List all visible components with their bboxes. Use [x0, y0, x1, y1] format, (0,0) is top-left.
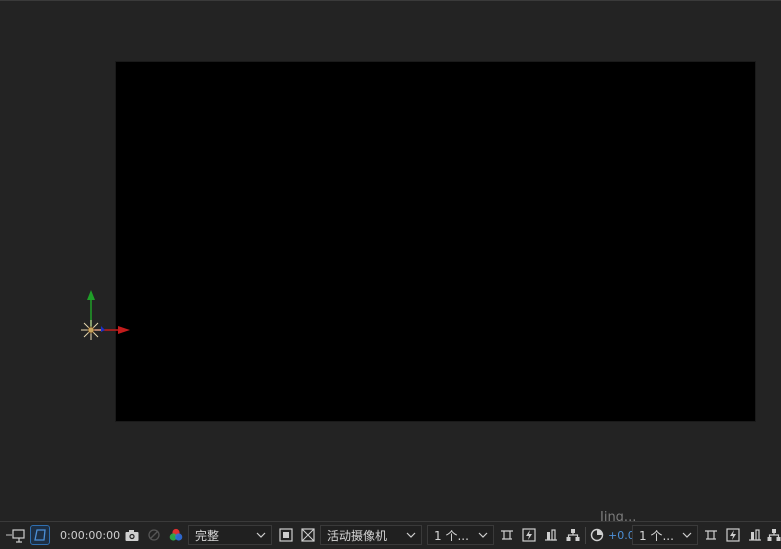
fast-preview-icon[interactable]: [520, 526, 538, 544]
checkerboard-icon[interactable]: [299, 526, 317, 544]
chevron-down-icon: [682, 532, 692, 538]
chevron-down-icon: [256, 532, 266, 538]
view-value: 活动摄像机: [327, 528, 388, 543]
exposure-value[interactable]: +0.0: [608, 522, 635, 549]
resolution-value: 完整: [195, 528, 220, 543]
fast-preview-icon[interactable]: [724, 526, 742, 544]
composition-canvas[interactable]: [115, 61, 756, 422]
panel-top-border: [0, 0, 781, 1]
transparency-grid-icon[interactable]: [30, 525, 50, 545]
views-count-dropdown[interactable]: 1 个...: [427, 525, 494, 545]
views-count-value-2: 1 个...: [639, 528, 674, 543]
axis-gizmo-icon[interactable]: [72, 286, 142, 350]
toolbar-separator: [585, 527, 586, 544]
views-count-value: 1 个...: [434, 528, 469, 543]
view-dropdown[interactable]: 活动摄像机: [320, 525, 422, 545]
current-time[interactable]: 0:00:00:00: [60, 522, 120, 549]
chevron-down-icon: [406, 532, 416, 538]
draft3d-icon[interactable]: [702, 526, 720, 544]
flowchart-icon[interactable]: [564, 526, 582, 544]
toggle-mask-icon[interactable]: [277, 526, 295, 544]
chevron-down-icon: [478, 532, 488, 538]
resolution-dropdown[interactable]: 完整: [188, 525, 272, 545]
viewer-toolbar: 0:00:00:00 完整 活动摄像机 1 个... +0.0 1 个...: [0, 521, 781, 549]
region-of-interest-icon[interactable]: [10, 526, 28, 544]
views-count-dropdown-2[interactable]: 1 个...: [632, 525, 698, 545]
color-channel-icon[interactable]: [167, 526, 185, 544]
draft3d-icon[interactable]: [498, 526, 516, 544]
reset-exposure-icon[interactable]: [588, 526, 606, 544]
snapshot-icon[interactable]: [123, 526, 141, 544]
flowchart-icon[interactable]: [765, 526, 781, 544]
timeline-icon[interactable]: [746, 526, 764, 544]
show-snapshot-icon[interactable]: [145, 526, 163, 544]
timeline-icon[interactable]: [542, 526, 560, 544]
